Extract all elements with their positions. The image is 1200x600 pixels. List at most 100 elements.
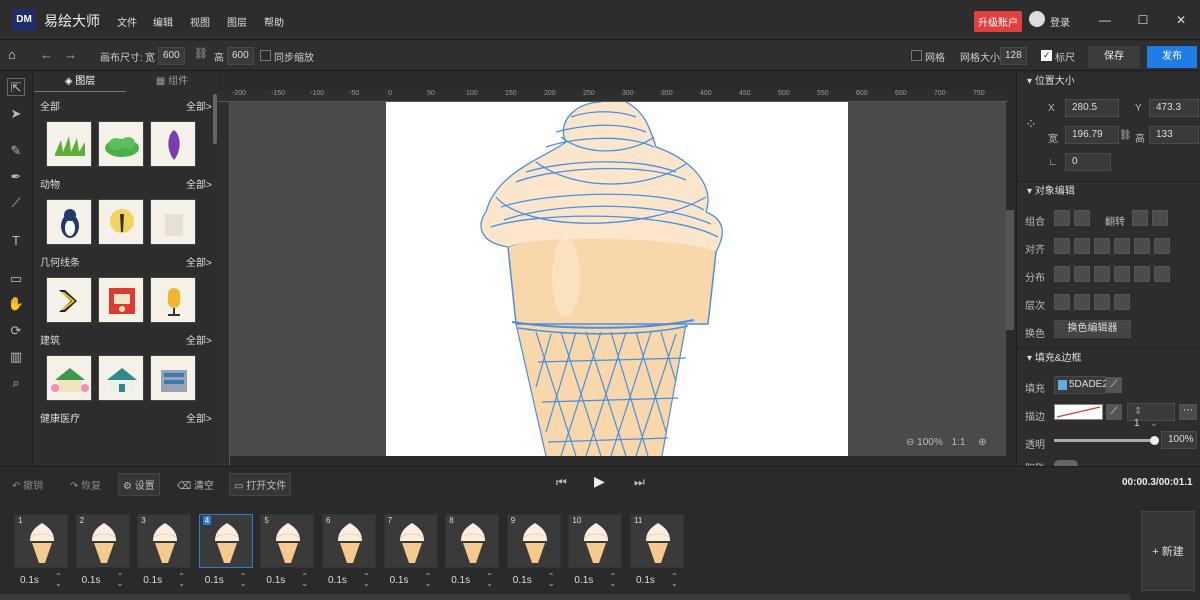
category-more-link[interactable]: 全部> <box>186 332 212 347</box>
height-input[interactable]: 133 <box>1149 126 1199 144</box>
menu-file[interactable]: 文件 <box>117 14 137 29</box>
ungroup-icon[interactable] <box>1074 210 1090 226</box>
close-icon[interactable]: ✕ <box>1172 12 1190 28</box>
angle-input[interactable]: 0 <box>1065 153 1111 171</box>
section-object[interactable]: ▾ 对象编辑 <box>1017 181 1200 201</box>
canvas-workspace[interactable] <box>230 102 1006 456</box>
asset-thumbnail[interactable] <box>150 355 196 401</box>
frame-11[interactable]: 11 <box>630 514 684 568</box>
distribute-2-icon[interactable] <box>1074 266 1090 282</box>
undo-icon[interactable]: ← <box>40 47 53 62</box>
frame-duration-spinner[interactable]: ⌃ ⌄ <box>486 573 493 588</box>
canvas-width-input[interactable]: 600 <box>158 47 185 65</box>
timeline-scrollbar[interactable] <box>0 594 1130 600</box>
zoom-tool-icon[interactable]: ⌕ <box>7 374 25 392</box>
asset-thumbnail[interactable] <box>46 277 92 323</box>
zoom-in-icon[interactable]: ⊕ <box>978 437 986 448</box>
frame-duration[interactable]: 0.1s <box>82 575 101 586</box>
redo-icon[interactable]: → <box>64 47 77 62</box>
frame-4[interactable]: 4 <box>198 514 253 568</box>
frame-8[interactable]: 8 <box>445 514 500 568</box>
asset-thumbnail[interactable] <box>150 199 196 245</box>
frame-duration[interactable]: 0.1s <box>205 575 224 586</box>
bring-forward-icon[interactable] <box>1074 294 1090 310</box>
asset-thumbnail[interactable] <box>98 199 144 245</box>
zoom-out-icon[interactable]: ⊖ <box>906 437 917 448</box>
ruler-checkbox[interactable] <box>1041 50 1052 61</box>
opacity-slider-track[interactable] <box>1054 436 1159 445</box>
play-icon[interactable]: ▶ <box>594 473 605 490</box>
opacity-input[interactable]: 100% <box>1161 431 1197 449</box>
text-tool-icon[interactable]: T <box>7 232 25 250</box>
distribute-1-icon[interactable] <box>1054 266 1070 282</box>
new-frame-button[interactable]: + 新建 <box>1141 511 1195 591</box>
rotate-tool-icon[interactable]: ⟳ <box>7 322 25 340</box>
pencil-tool-icon[interactable]: ✎ <box>7 142 25 160</box>
align-center-icon[interactable] <box>1074 238 1090 254</box>
frame-7[interactable]: 7 <box>383 514 438 568</box>
frame-duration-spinner[interactable]: ⌃ ⌄ <box>425 573 432 588</box>
clear-button[interactable]: ⌫ 清空 <box>177 477 214 492</box>
align-right-icon[interactable] <box>1094 238 1110 254</box>
align-middle-icon[interactable] <box>1134 238 1150 254</box>
avatar-icon[interactable] <box>1029 11 1045 27</box>
group-icon[interactable] <box>1054 210 1070 226</box>
zoom-ratio[interactable]: 1:1 <box>952 437 966 448</box>
menu-edit[interactable]: 编辑 <box>153 14 173 29</box>
anchor-grid-icon[interactable]: ⁘ <box>1025 116 1037 133</box>
frame-duration-spinner[interactable]: ⌃ ⌄ <box>548 573 555 588</box>
canvas-scrollbar[interactable] <box>1006 210 1014 330</box>
stroke-color-swatch[interactable] <box>1054 404 1103 420</box>
publish-button[interactable]: 发布 <box>1147 46 1197 68</box>
frame-duration[interactable]: 0.1s <box>328 575 347 586</box>
frame-duration-spinner[interactable]: ⌃ ⌄ <box>671 573 678 588</box>
asset-thumbnail[interactable] <box>46 199 92 245</box>
frame-duration[interactable]: 0.1s <box>20 575 39 586</box>
distribute-3-icon[interactable] <box>1094 266 1110 282</box>
section-position[interactable]: ▾ 位置大小 <box>1017 72 1200 92</box>
distribute-4-icon[interactable] <box>1114 266 1130 282</box>
frame-3[interactable]: 3 <box>137 514 192 568</box>
assets-scrollbar[interactable] <box>213 94 217 144</box>
maximize-icon[interactable]: ☐ <box>1134 12 1152 28</box>
ice-cream-drawing[interactable] <box>386 102 848 456</box>
frame-duration-spinner[interactable]: ⌃ ⌄ <box>301 573 308 588</box>
asset-thumbnail[interactable] <box>98 121 144 167</box>
send-back-icon[interactable] <box>1114 294 1130 310</box>
asset-thumbnail[interactable] <box>150 277 196 323</box>
save-button[interactable]: 保存 <box>1088 46 1140 68</box>
grid-checkbox[interactable] <box>911 50 922 61</box>
align-top-icon[interactable] <box>1114 238 1130 254</box>
flip-horizontal-icon[interactable] <box>1132 210 1148 226</box>
last-frame-icon[interactable]: ⏭ <box>634 475 645 490</box>
y-input[interactable]: 473.3 <box>1149 99 1199 117</box>
opacity-slider-thumb[interactable] <box>1150 436 1159 445</box>
section-fill[interactable]: ▾ 填充&边框 <box>1017 348 1200 368</box>
frame-2[interactable]: 2 <box>75 514 130 568</box>
send-backward-icon[interactable] <box>1094 294 1110 310</box>
home-icon[interactable]: ⌂ <box>8 47 16 62</box>
gradient-tool-icon[interactable]: ▥ <box>7 348 25 366</box>
frame-duration[interactable]: 0.1s <box>390 575 409 586</box>
asset-thumbnail[interactable] <box>46 121 92 167</box>
category-more-link[interactable]: 全部> <box>186 98 212 113</box>
direct-select-tool-icon[interactable]: ➤ <box>7 105 25 123</box>
asset-thumbnail[interactable] <box>46 355 92 401</box>
tab-layers[interactable]: ◈ 图层 <box>34 72 126 92</box>
frame-duration[interactable]: 0.1s <box>143 575 162 586</box>
fill-color-input[interactable]: 5DADE2 <box>1054 376 1108 394</box>
align-left-icon[interactable] <box>1054 238 1070 254</box>
settings-button[interactable]: ⚙ 设置 <box>118 473 160 496</box>
frame-1[interactable]: 1 <box>14 514 68 568</box>
eyedropper-icon[interactable]: ⟋ <box>1106 377 1122 393</box>
undo-button[interactable]: ↶ 撤销 <box>12 477 43 492</box>
brush-tool-icon[interactable]: ⟋ <box>7 194 25 212</box>
menu-view[interactable]: 视图 <box>190 14 210 29</box>
distribute-6-icon[interactable] <box>1154 266 1170 282</box>
login-link[interactable]: 登录 <box>1050 14 1070 29</box>
more-options-icon[interactable]: ⋯ <box>1179 404 1197 420</box>
artboard[interactable] <box>386 102 848 456</box>
frame-duration-spinner[interactable]: ⌃ ⌄ <box>178 573 185 588</box>
unlink-icon[interactable]: ⛓ <box>194 47 208 60</box>
category-more-link[interactable]: 全部> <box>186 254 212 269</box>
